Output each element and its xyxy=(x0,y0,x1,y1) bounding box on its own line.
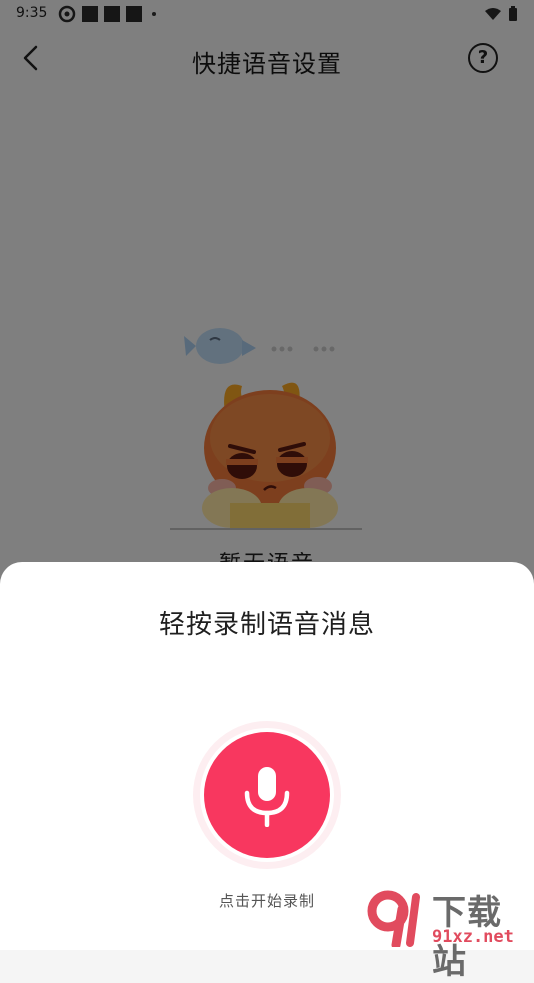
site-watermark: 下载站 91xz.net xyxy=(360,885,532,982)
record-button[interactable] xyxy=(204,732,330,858)
watermark-url: 91xz.net xyxy=(432,927,514,947)
sheet-title: 轻按录制语音消息 xyxy=(158,610,375,640)
watermark-logo-icon xyxy=(367,890,420,947)
microphone-icon xyxy=(244,767,290,827)
